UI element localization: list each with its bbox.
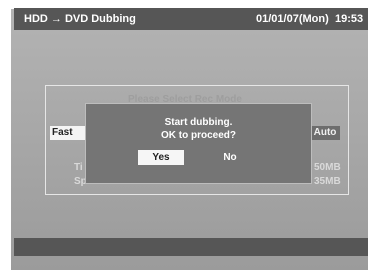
yes-button[interactable]: Yes xyxy=(138,150,184,165)
confirm-dialog: Start dubbing. OK to proceed? Yes No xyxy=(85,103,312,184)
no-button[interactable]: No xyxy=(207,150,253,165)
status-bar xyxy=(14,238,368,256)
title-row-label: Ti xyxy=(74,162,83,173)
dialog-message-line2: OK to proceed? xyxy=(160,130,236,141)
mode-fast-option[interactable]: Fast xyxy=(50,126,85,140)
title-size-value: 50MB xyxy=(314,162,341,173)
date-display: 01/01/07(Mon) xyxy=(256,13,329,25)
time-display: 19:53 xyxy=(335,13,364,25)
title-bar: HDD → DVD Dubbing 01/01/07(Mon) 19:53 xyxy=(14,8,368,30)
page-title: HDD → DVD Dubbing xyxy=(24,13,136,25)
dialog-message-line1: Start dubbing. xyxy=(164,117,233,128)
speed-size-value: 35MB xyxy=(314,176,341,187)
mode-auto-option[interactable]: Auto xyxy=(310,126,340,140)
